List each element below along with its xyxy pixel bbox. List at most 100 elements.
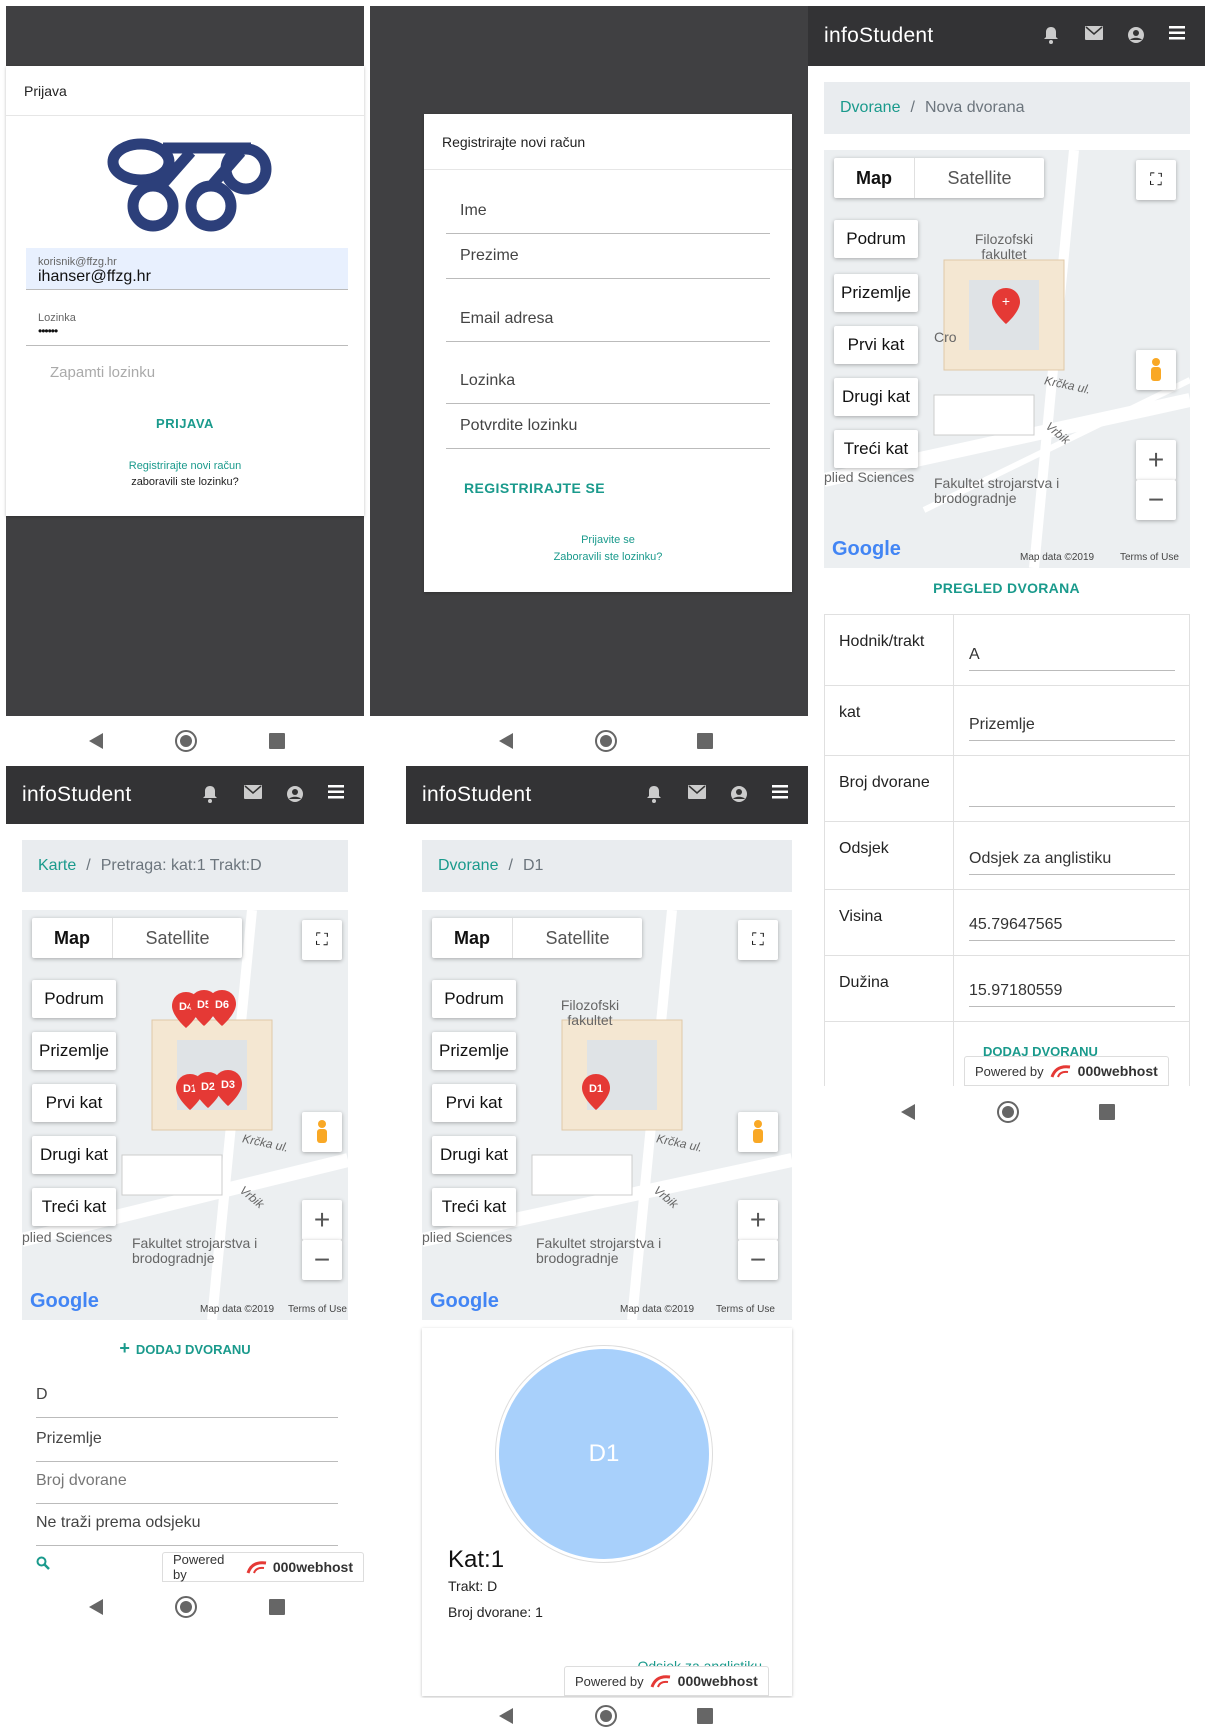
mail-icon[interactable]: [244, 785, 264, 805]
map-view[interactable]: Map Satellite ⛶ Podrum Prizemlje Prvi ka…: [422, 910, 792, 1320]
back-icon[interactable]: [86, 1597, 106, 1617]
floor-button-prvi-kat[interactable]: Prvi kat: [834, 326, 918, 364]
map-tab[interactable]: Map: [432, 918, 512, 958]
remember-password-checkbox[interactable]: Zapamti lozinku: [50, 364, 155, 381]
register-link[interactable]: Registrirajte novi račun: [6, 460, 364, 472]
recents-icon[interactable]: [1098, 1103, 1116, 1121]
terms-of-use-link[interactable]: Terms of Use: [1120, 552, 1179, 563]
home-icon[interactable]: [594, 729, 618, 753]
menu-icon[interactable]: [772, 785, 792, 805]
menu-icon[interactable]: [328, 785, 348, 805]
password-field[interactable]: Lozinka: [446, 372, 770, 404]
breadcrumb-dvorane[interactable]: Dvorane: [840, 99, 900, 117]
floor-button-podrum[interactable]: Podrum: [32, 980, 116, 1018]
marker-d3[interactable]: D3: [214, 1070, 242, 1106]
zoom-in-button[interactable]: +: [1136, 440, 1176, 480]
bell-icon[interactable]: [646, 785, 666, 805]
recents-icon[interactable]: [268, 732, 286, 750]
password-field[interactable]: Lozinka ••••••: [26, 306, 348, 346]
hall-overview-button[interactable]: PREGLED DVORANA: [808, 580, 1205, 596]
zoom-out-button[interactable]: −: [738, 1240, 778, 1280]
location-marker-icon[interactable]: +: [992, 288, 1020, 324]
floor-button-treci-kat[interactable]: Treći kat: [432, 1188, 516, 1226]
recents-icon[interactable]: [696, 732, 714, 750]
email-address-field[interactable]: Email adresa: [446, 310, 770, 342]
floor-input[interactable]: Prizemlje: [969, 716, 1175, 741]
zoom-out-button[interactable]: −: [302, 1240, 342, 1280]
floor-filter-select[interactable]: Prizemlje: [36, 1430, 338, 1462]
back-icon[interactable]: [496, 731, 516, 751]
latitude-input[interactable]: 45.79647565: [969, 916, 1175, 941]
powered-by-badge[interactable]: Powered by 000webhost: [564, 1666, 769, 1696]
powered-by-badge[interactable]: Powered by 000webhost: [162, 1552, 364, 1582]
map-view[interactable]: Map Satellite ⛶ Podrum Prizemlje Prvi ka…: [22, 910, 348, 1320]
satellite-tab[interactable]: Satellite: [112, 918, 242, 958]
forgot-password-link[interactable]: zaboravili ste lozinku?: [6, 476, 364, 488]
recents-icon[interactable]: [268, 1598, 286, 1616]
floor-button-prizemlje[interactable]: Prizemlje: [32, 1032, 116, 1070]
tract-input[interactable]: A: [969, 646, 1175, 671]
zoom-out-button[interactable]: −: [1136, 480, 1176, 520]
account-icon[interactable]: [1127, 26, 1147, 46]
map-tab[interactable]: Map: [834, 158, 914, 198]
marker-d1[interactable]: D1: [582, 1074, 610, 1110]
floor-button-prvi-kat[interactable]: Prvi kat: [32, 1084, 116, 1122]
floor-button-prizemlje[interactable]: Prizemlje: [432, 1032, 516, 1070]
register-submit-button[interactable]: REGISTRIRAJTE SE: [464, 480, 605, 496]
account-icon[interactable]: [730, 785, 750, 805]
fullscreen-icon[interactable]: ⛶: [302, 920, 342, 960]
mail-icon[interactable]: [1085, 26, 1105, 46]
fullscreen-icon[interactable]: ⛶: [738, 920, 778, 960]
department-input[interactable]: Odsjek za anglistiku: [969, 850, 1175, 875]
mail-icon[interactable]: [688, 785, 708, 805]
forgot-password-link[interactable]: Zaboravili ste lozinku?: [424, 551, 792, 563]
breadcrumb-karte[interactable]: Karte: [38, 857, 76, 875]
floor-button-podrum[interactable]: Podrum: [834, 220, 918, 258]
marker-d6[interactable]: D6: [208, 990, 236, 1026]
home-icon[interactable]: [594, 1704, 618, 1728]
floor-button-podrum[interactable]: Podrum: [432, 980, 516, 1018]
breadcrumb-dvorane[interactable]: Dvorane: [438, 857, 498, 875]
login-link[interactable]: Prijavite se: [424, 534, 792, 546]
home-icon[interactable]: [174, 729, 198, 753]
satellite-tab[interactable]: Satellite: [914, 158, 1044, 198]
zoom-in-button[interactable]: +: [302, 1200, 342, 1240]
floor-button-treci-kat[interactable]: Treći kat: [834, 430, 918, 468]
add-hall-button[interactable]: + DODAJ DVORANU: [6, 1338, 364, 1359]
pegman-icon[interactable]: [1136, 350, 1176, 390]
longitude-input[interactable]: 15.97180559: [969, 982, 1175, 1007]
back-icon[interactable]: [898, 1102, 918, 1122]
home-icon[interactable]: [996, 1100, 1020, 1124]
floor-button-drugi-kat[interactable]: Drugi kat: [834, 378, 918, 416]
fullscreen-icon[interactable]: ⛶: [1136, 160, 1176, 200]
tract-filter-input[interactable]: D: [36, 1386, 338, 1418]
floor-button-drugi-kat[interactable]: Drugi kat: [432, 1136, 516, 1174]
home-icon[interactable]: [174, 1595, 198, 1619]
room-number-input[interactable]: [969, 783, 1175, 807]
last-name-field[interactable]: Prezime: [446, 247, 770, 279]
floor-button-prvi-kat[interactable]: Prvi kat: [432, 1084, 516, 1122]
search-icon[interactable]: [36, 1556, 50, 1575]
zoom-in-button[interactable]: +: [738, 1200, 778, 1240]
menu-icon[interactable]: [1169, 26, 1189, 46]
bell-icon[interactable]: [1043, 26, 1063, 46]
terms-of-use-link[interactable]: Terms of Use: [288, 1304, 347, 1315]
floor-button-treci-kat[interactable]: Treći kat: [32, 1188, 116, 1226]
back-icon[interactable]: [86, 731, 106, 751]
login-button[interactable]: PRIJAVA: [6, 416, 364, 431]
bell-icon[interactable]: [202, 785, 222, 805]
map-tab[interactable]: Map: [32, 918, 112, 958]
floor-button-prizemlje[interactable]: Prizemlje: [834, 274, 918, 312]
recents-icon[interactable]: [696, 1707, 714, 1725]
floor-button-drugi-kat[interactable]: Drugi kat: [32, 1136, 116, 1174]
back-icon[interactable]: [496, 1706, 516, 1726]
first-name-field[interactable]: Ime: [446, 202, 770, 234]
account-icon[interactable]: [286, 785, 306, 805]
confirm-password-field[interactable]: Potvrdite lozinku: [446, 417, 770, 449]
satellite-tab[interactable]: Satellite: [512, 918, 642, 958]
email-field[interactable]: korisnik@ffzg.hr ihanser@ffzg.hr: [26, 248, 348, 290]
powered-by-badge[interactable]: Powered by 000webhost: [964, 1056, 1169, 1086]
terms-of-use-link[interactable]: Terms of Use: [716, 1304, 775, 1315]
pegman-icon[interactable]: [302, 1112, 342, 1152]
department-filter-select[interactable]: Ne traži prema odsjeku: [36, 1514, 338, 1546]
